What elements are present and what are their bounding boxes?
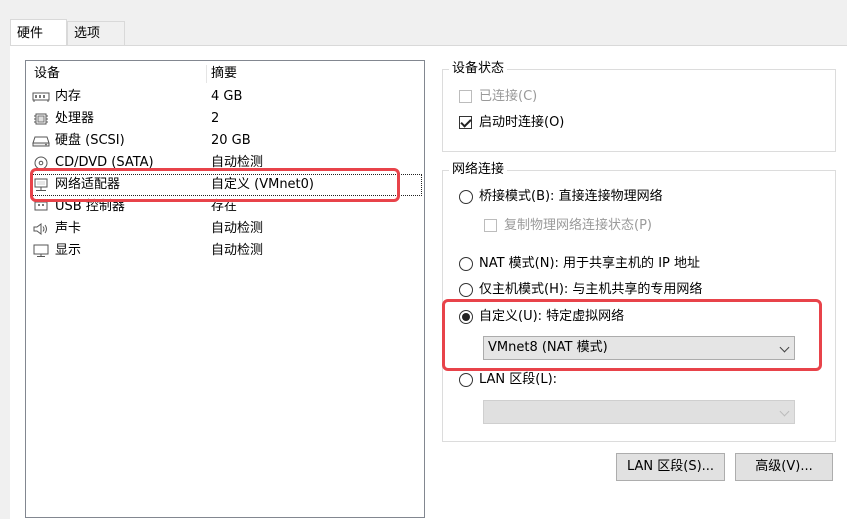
chevron-down-icon — [779, 406, 790, 417]
cd-dvd-icon — [32, 156, 50, 170]
column-header-device[interactable]: 设备 — [34, 63, 60, 85]
replicate-state-checkbox[interactable] — [484, 219, 497, 232]
nat-radio[interactable] — [459, 257, 473, 271]
device-row-cd-dvd[interactable]: CD/DVD (SATA) 自动检测 — [30, 152, 422, 174]
device-row-network-adapter[interactable]: 网络适配器 自定义 (VMnet0) — [30, 174, 422, 196]
device-list[interactable]: 设备 摘要 内存 4 GB 处理器 2 硬盘 (SCSI) 20 GB CD/D… — [25, 60, 425, 518]
custom-radio[interactable] — [459, 310, 473, 324]
network-connection-title: 网络连接 — [449, 162, 508, 178]
device-row-sound-card[interactable]: 声卡 自动检测 — [30, 218, 422, 240]
device-row-processor[interactable]: 处理器 2 — [30, 108, 422, 130]
device-status-title: 设备状态 — [449, 61, 508, 77]
custom-label: 自定义(U): 特定虚拟网络 — [479, 309, 625, 324]
host-only-radio[interactable] — [459, 283, 473, 297]
device-name: 硬盘 (SCSI) — [55, 133, 125, 148]
device-row-usb[interactable]: USB 控制器 存在 — [30, 196, 422, 218]
device-status-group — [442, 69, 836, 152]
replicate-state-label: 复制物理网络连接状态(P) — [504, 218, 652, 233]
device-name: 处理器 — [55, 111, 95, 126]
nat-label: NAT 模式(N): 用于共享主机的 IP 地址 — [479, 256, 701, 271]
lan-segment-radio[interactable] — [459, 373, 473, 387]
device-row-display[interactable]: 显示 自动检测 — [30, 240, 422, 262]
tab-hardware[interactable]: 硬件 — [10, 19, 67, 45]
lan-segment-label: LAN 区段(L): — [479, 372, 558, 387]
chevron-down-icon — [779, 342, 790, 353]
bridged-label: 桥接模式(B): 直接连接物理网络 — [479, 189, 663, 204]
lan-segments-button[interactable]: LAN 区段(S)... — [616, 453, 725, 481]
custom-network-value: VMnet8 (NAT 模式) — [488, 340, 608, 355]
device-summary: 20 GB — [211, 133, 251, 148]
host-only-label: 仅主机模式(H): 与主机共享的专用网络 — [479, 282, 703, 297]
device-summary: 2 — [211, 111, 220, 126]
device-row-hard-disk[interactable]: 硬盘 (SCSI) 20 GB — [30, 130, 422, 152]
device-summary: 自动检测 — [211, 221, 264, 236]
sound-card-icon — [32, 222, 50, 236]
network-adapter-icon — [32, 178, 50, 192]
display-icon — [32, 244, 50, 258]
tab-options[interactable]: 选项 — [67, 21, 125, 45]
device-summary: 自动检测 — [211, 243, 264, 258]
device-name: USB 控制器 — [55, 199, 125, 214]
device-summary: 4 GB — [211, 89, 243, 104]
device-summary: 自动检测 — [211, 155, 264, 170]
connect-at-power-on-label: 启动时连接(O) — [479, 115, 565, 130]
column-header-summary[interactable]: 摘要 — [211, 63, 237, 85]
connected-label: 已连接(C) — [479, 89, 538, 104]
column-separator[interactable] — [206, 65, 207, 83]
processor-icon — [32, 112, 50, 126]
device-summary: 存在 — [211, 199, 238, 214]
connected-checkbox[interactable] — [459, 90, 472, 103]
device-row-memory[interactable]: 内存 4 GB — [30, 86, 422, 108]
hard-disk-icon — [32, 134, 50, 148]
device-name: 声卡 — [55, 221, 82, 236]
device-name: 内存 — [55, 89, 82, 104]
lan-segment-select[interactable] — [483, 400, 795, 424]
custom-network-select[interactable]: VMnet8 (NAT 模式) — [483, 336, 795, 360]
device-summary: 自定义 (VMnet0) — [211, 177, 314, 192]
usb-icon — [32, 200, 50, 214]
device-name: 网络适配器 — [55, 177, 121, 192]
advanced-button[interactable]: 高级(V)... — [735, 453, 833, 481]
memory-icon — [32, 90, 50, 104]
device-name: CD/DVD (SATA) — [55, 155, 154, 170]
bridged-radio[interactable] — [459, 190, 473, 204]
connect-at-power-on-checkbox[interactable] — [459, 116, 472, 129]
device-list-header: 设备 摘要 — [30, 63, 422, 85]
device-name: 显示 — [55, 243, 82, 258]
